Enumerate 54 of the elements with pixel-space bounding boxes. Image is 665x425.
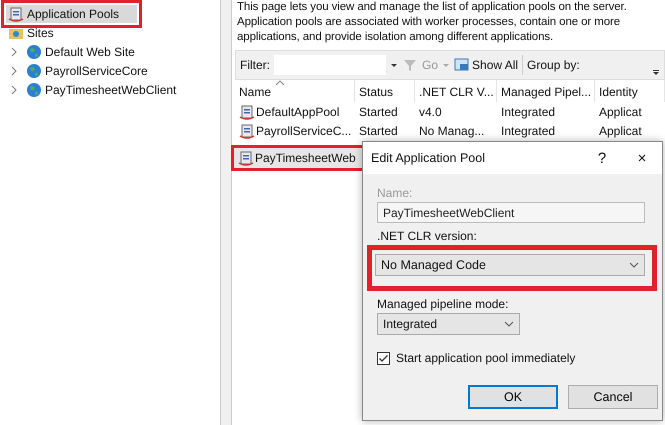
table-cell-text: Applicat <box>598 104 643 120</box>
table-cell-text: Integrated <box>500 104 556 120</box>
help-button[interactable]: ? <box>582 150 622 166</box>
tree-item[interactable]: Sites <box>6 24 56 42</box>
tree-item[interactable]: Default Web Site <box>24 42 137 60</box>
clr-version-label: .NET CLR version: <box>377 229 478 243</box>
pipeline-mode-dropdown[interactable]: Integrated <box>377 313 520 335</box>
table-cell: PayTimesheetWeb <box>231 145 365 171</box>
globe-icon <box>26 62 42 78</box>
globe-icon <box>26 82 42 98</box>
group-by-label[interactable]: Group by: <box>527 58 580 72</box>
app-pool-icon <box>8 6 24 22</box>
clr-version-dropdown[interactable]: No Managed Code <box>375 254 645 276</box>
app-pool-icon <box>239 122 255 138</box>
table-cell-text: Integrated <box>500 122 556 140</box>
ok-button[interactable]: OK <box>468 385 558 409</box>
pipeline-mode-label: Managed pipeline mode: <box>377 297 510 311</box>
table-cell-text: Started <box>358 104 399 120</box>
chevron-down-icon <box>504 321 514 327</box>
column-header[interactable]: Name <box>235 80 355 102</box>
overflow-icon[interactable] <box>652 68 660 76</box>
checkbox[interactable] <box>377 352 390 364</box>
tree-item[interactable]: PayrollServiceCore <box>24 62 150 80</box>
cancel-button[interactable]: Cancel <box>568 385 658 409</box>
column-header[interactable]: Status <box>355 80 415 102</box>
column-header[interactable]: Managed Pipel... <box>497 80 595 102</box>
column-header[interactable]: .NET CLR V... <box>415 80 497 102</box>
filter-label: Filter: <box>240 58 270 72</box>
expand-chevron-icon[interactable] <box>10 46 18 56</box>
show-all-button[interactable]: Show All <box>454 58 518 72</box>
dropdown-caret-icon[interactable] <box>390 61 398 69</box>
name-label: Name: <box>377 186 414 200</box>
globe-icon <box>26 44 42 60</box>
column-header[interactable]: Identity <box>595 80 665 102</box>
funnel-icon <box>402 58 418 72</box>
table-cell-text: v4.0 <box>418 104 443 120</box>
dialog-title: Edit Application Pool <box>371 151 486 165</box>
name-field[interactable]: PayTimesheetWebClient <box>377 202 645 223</box>
chevron-down-icon <box>629 262 639 268</box>
close-button[interactable]: × <box>622 150 662 166</box>
tree-item[interactable]: PayTimesheetWebClient <box>24 80 178 98</box>
app-pool-icon <box>239 104 255 120</box>
checkbox-label[interactable]: Start application pool immediately <box>396 351 576 365</box>
table-cell-text: No Manag... <box>418 122 486 140</box>
show-all-icon <box>454 58 470 72</box>
table-cell: PayrollServiceC... <box>235 121 355 140</box>
table-cell-text: Started <box>358 122 399 140</box>
tree-item[interactable]: Application Pools <box>6 4 138 22</box>
description-text: This page lets you view and manage the list of application pools on the server. Application pools are associated with worker processes, contain one or more applications, and provide isolation among different applications. <box>237 0 628 45</box>
table-cell: DefaultAppPool <box>235 102 355 121</box>
app-pool-icon <box>238 150 254 166</box>
expand-chevron-icon[interactable] <box>10 84 18 94</box>
table-cell-text: Applicat <box>598 122 643 140</box>
expand-chevron-icon[interactable] <box>10 66 18 76</box>
